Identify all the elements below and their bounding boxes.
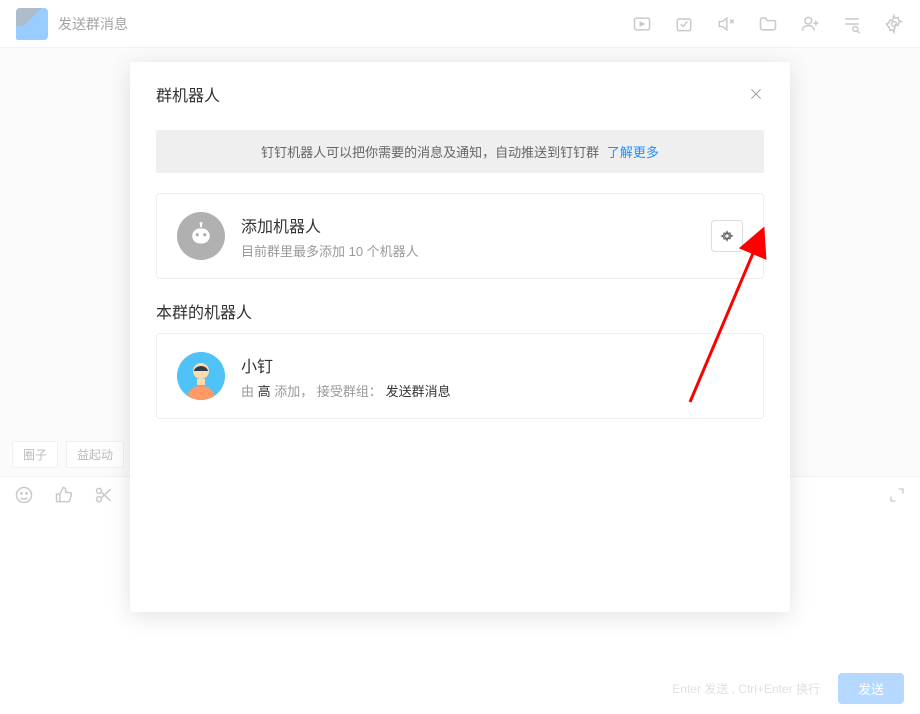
modal-overlay[interactable]: 群机器人 钉钉机器人可以把你需要的消息及通知，自动推送到钉钉群 了解更多 添加机… — [0, 0, 920, 714]
robot-name: 小钉 — [241, 353, 451, 377]
notice-bar: 钉钉机器人可以把你需要的消息及通知，自动推送到钉钉群 了解更多 — [156, 130, 764, 173]
add-text: 添加， — [274, 384, 313, 399]
modal-title: 群机器人 — [156, 82, 220, 106]
robot-item[interactable]: 小钉 由 高 添加， 接受群组： 发送群消息 — [156, 333, 764, 419]
gear-button[interactable] — [711, 220, 743, 252]
add-robot-subtitle: 目前群里最多添加 10 个机器人 — [241, 241, 419, 260]
add-robot-left: 添加机器人 目前群里最多添加 10 个机器人 — [177, 212, 419, 260]
add-robot-title: 添加机器人 — [241, 213, 419, 237]
add-robot-card: 添加机器人 目前群里最多添加 10 个机器人 — [156, 193, 764, 279]
added-by: 高 — [258, 384, 271, 399]
robot-icon — [177, 212, 225, 260]
by-label: 由 — [241, 384, 254, 399]
section-title: 本群的机器人 — [130, 279, 790, 333]
notice-text: 钉钉机器人可以把你需要的消息及通知，自动推送到钉钉群 — [261, 145, 599, 160]
close-icon[interactable] — [748, 86, 764, 102]
group-name: 发送群消息 — [386, 384, 451, 399]
notice-link[interactable]: 了解更多 — [607, 145, 659, 160]
accept-label: 接受群组： — [317, 384, 382, 399]
modal-header: 群机器人 — [130, 62, 790, 120]
avatar — [177, 352, 225, 400]
robot-meta: 由 高 添加， 接受群组： 发送群消息 — [241, 381, 451, 400]
modal: 群机器人 钉钉机器人可以把你需要的消息及通知，自动推送到钉钉群 了解更多 添加机… — [130, 62, 790, 612]
